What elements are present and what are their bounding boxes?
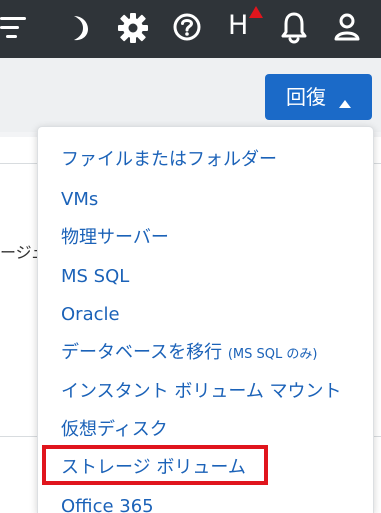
toolbar: 回復 [0,58,381,132]
menu-item-migrate-database[interactable]: データベースを移行 (MS SQL のみ) [61,339,361,371]
menu-item-label: インスタント ボリューム マウント [61,381,342,402]
bell-icon[interactable] [279,11,309,45]
moon-icon[interactable] [66,13,92,43]
recovery-dropdown-menu: ファイルまたはフォルダー VMs 物理サーバー MS SQL Oracle デー… [37,126,374,513]
caret-up-icon [339,93,351,108]
menu-item-label: Office 365 [61,496,154,513]
menu-item-label: 仮想ディスク [61,419,168,440]
clipped-background-text: ージュ [0,243,42,262]
recovery-button[interactable]: 回復 [265,74,372,120]
menu-item-note: (MS SQL のみ) [227,347,318,362]
menu-item-label: MS SQL [61,266,130,287]
health-icon[interactable]: H [225,6,263,46]
menu-item-virtual-disk[interactable]: 仮想ディスク [61,416,361,448]
menu-item-vms[interactable]: VMs [61,186,361,218]
storage-volume-highlight [42,445,268,485]
menu-item-label: 物理サーバー [61,227,169,248]
user-icon[interactable] [332,11,362,43]
menu-item-label: データベースを移行 [61,342,223,363]
menu-item-oracle[interactable]: Oracle [61,301,361,333]
menu-item-label: Oracle [61,304,120,325]
menu-item-physical-server[interactable]: 物理サーバー [61,224,361,256]
filter-icon[interactable] [0,16,30,40]
alert-icon [249,6,263,18]
menu-item-instant-volume-mount[interactable]: インスタント ボリューム マウント [61,378,361,410]
menu-item-office-365[interactable]: Office 365 [61,493,361,513]
menu-item-files-folders[interactable]: ファイルまたはフォルダー [61,146,361,178]
menu-item-label: ファイルまたはフォルダー [61,149,277,170]
top-navigation-bar: H [0,0,381,58]
recovery-button-label: 回復 [286,85,326,109]
menu-item-label: VMs [61,189,99,210]
help-icon[interactable] [171,11,203,43]
health-letter: H [228,10,249,41]
gear-icon[interactable] [117,12,149,44]
menu-item-ms-sql[interactable]: MS SQL [61,263,361,295]
